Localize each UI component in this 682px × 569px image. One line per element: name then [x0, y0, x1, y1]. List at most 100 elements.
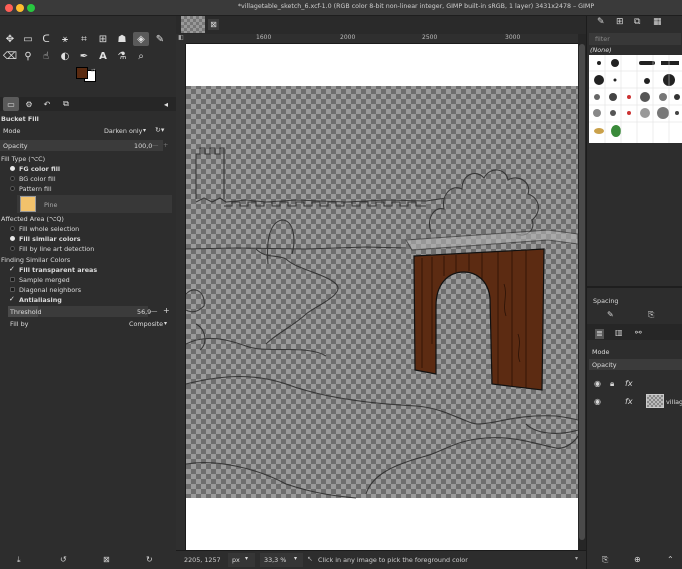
rect-select-tool-icon[interactable]: ▭: [20, 32, 36, 46]
layer-thumbnail[interactable]: [646, 394, 664, 408]
close-window-button[interactable]: [5, 4, 13, 12]
chevron-down-icon[interactable]: ▾: [245, 555, 248, 562]
affected-radio-whole[interactable]: [10, 226, 15, 231]
undo-history-tab-icon[interactable]: ↶: [39, 97, 55, 111]
zoom-tool-icon[interactable]: ⌕: [133, 49, 149, 63]
ruler-tick-label: 2500: [422, 34, 438, 41]
scrollbar-thumb[interactable]: [579, 44, 585, 540]
white-margin-bottom: [186, 498, 578, 550]
option-label-sample-merged: Sample merged: [19, 276, 70, 284]
new-layer-icon[interactable]: ⎘: [602, 556, 608, 564]
device-status-tab-icon[interactable]: ⚙: [21, 97, 37, 111]
minus-icon[interactable]: —: [151, 307, 157, 315]
channels-tab-icon[interactable]: ▥: [615, 329, 623, 337]
quick-mask-icon[interactable]: ◧: [176, 34, 186, 44]
brush-name: (None): [590, 46, 612, 54]
effects-icon[interactable]: fx: [625, 380, 633, 388]
layer-opacity-label: Opacity: [592, 361, 617, 369]
raise-layer-icon[interactable]: ⌃: [667, 556, 674, 564]
images-tab-icon[interactable]: ⧉: [58, 97, 74, 111]
transform-tool-icon[interactable]: ⊞: [95, 32, 111, 46]
ruler-tick-label: 2000: [340, 34, 356, 41]
affected-radio-lineart[interactable]: [10, 246, 15, 251]
fill-type-radio-pattern[interactable]: [10, 186, 15, 191]
clone-tool-icon[interactable]: ⚲: [20, 49, 36, 63]
chevron-down-icon[interactable]: ▾: [164, 320, 167, 327]
checkbox-sample-merged[interactable]: [10, 277, 15, 282]
brushes-tab-icon[interactable]: ✎: [597, 18, 605, 27]
fill-type-radio-fg[interactable]: [10, 166, 15, 171]
lasso-tool-icon[interactable]: ᑕ: [38, 32, 54, 46]
sketch-drawing: [186, 44, 578, 550]
checkbox-antialiasing[interactable]: ✓: [9, 295, 15, 303]
minimize-window-button[interactable]: [16, 4, 24, 12]
chevron-down-icon[interactable]: ▾: [294, 555, 297, 562]
close-tab-icon[interactable]: ⊠: [208, 19, 219, 30]
layers-tab-icon[interactable]: ≣: [595, 329, 604, 339]
text-tool-icon[interactable]: A: [95, 49, 111, 63]
fonts-tab-icon[interactable]: ⧉: [634, 18, 640, 27]
crop-tool-icon[interactable]: ⌗: [76, 32, 92, 46]
swap-colors-icon[interactable]: ⇄: [91, 68, 95, 74]
spacing-label: Spacing: [593, 297, 619, 305]
fill-type-label-fg: FG color fill: [19, 165, 61, 173]
bucket-fill-tool-icon[interactable]: ◈: [133, 32, 149, 46]
reset-options-icon[interactable]: ↻: [146, 556, 153, 564]
new-group-icon[interactable]: ⊕: [634, 556, 641, 564]
patterns-tab-icon[interactable]: ⊞: [616, 18, 624, 27]
finding-similar-heading: Finding Similar Colors: [1, 256, 71, 264]
zoom-value: 33,3 %: [264, 556, 287, 564]
checkbox-diagonal[interactable]: [10, 287, 15, 292]
vertical-scrollbar[interactable]: [578, 34, 586, 550]
pattern-selector[interactable]: [17, 195, 172, 213]
fill-by-dropdown[interactable]: Composite: [129, 320, 163, 328]
plus-icon[interactable]: +: [163, 306, 170, 315]
mode-dropdown[interactable]: Darken only: [104, 127, 142, 135]
dock-separator: [587, 286, 682, 288]
foreground-color-swatch[interactable]: [76, 67, 88, 79]
minus-icon[interactable]: —: [152, 141, 158, 149]
chevron-down-icon[interactable]: ▾: [143, 127, 146, 134]
zoom-window-button[interactable]: [27, 4, 35, 12]
fill-type-label-pattern: Pattern fill: [19, 185, 52, 193]
brush-grid[interactable]: [589, 55, 682, 143]
navigate-icon[interactable]: ▾: [575, 555, 578, 562]
edit-brush-icon[interactable]: ✎: [607, 311, 614, 319]
new-brush-icon[interactable]: ⎘: [648, 311, 654, 319]
eraser-tool-icon[interactable]: ⌫: [2, 49, 18, 63]
fill-type-radio-bg[interactable]: [10, 176, 15, 181]
pattern-name: Pine: [44, 201, 58, 209]
plus-icon[interactable]: +: [163, 141, 168, 149]
eye-icon[interactable]: ◉: [594, 380, 601, 388]
dodge-tool-icon[interactable]: ◐: [57, 49, 73, 63]
threshold-value: 56,9: [137, 308, 152, 316]
fuzzy-select-tool-icon[interactable]: ⚹: [57, 32, 73, 46]
affected-radio-similar[interactable]: [10, 236, 15, 241]
color-picker-tool-icon[interactable]: ⚗: [114, 49, 130, 63]
image-canvas[interactable]: [186, 44, 578, 550]
restore-options-icon[interactable]: ↺: [60, 556, 67, 564]
move-tool-icon[interactable]: ✥: [2, 32, 18, 46]
window-title: *villagetable_sketch_6.xcf-1.0 (RGB colo…: [237, 3, 595, 10]
tool-options-tab-icon[interactable]: ▭: [3, 97, 19, 111]
paintbrush-tool-icon[interactable]: ✎: [152, 32, 168, 46]
delete-options-icon[interactable]: ⊠: [103, 556, 110, 564]
configure-tab-icon[interactable]: ◂: [158, 97, 174, 111]
paths-tab-icon[interactable]: ⚯: [635, 329, 642, 337]
ruler-left: [176, 44, 186, 550]
image-thumbnail[interactable]: [181, 16, 205, 33]
pattern-swatch[interactable]: [20, 196, 36, 212]
effects-icon[interactable]: fx: [625, 398, 633, 406]
white-margin-top: [186, 44, 578, 86]
swap-mode-icon[interactable]: ↻▾: [155, 126, 164, 134]
affected-label-similar: Fill similar colors: [19, 235, 81, 243]
save-options-icon[interactable]: ⤓: [17, 556, 21, 564]
warp-tool-icon[interactable]: ☗: [114, 32, 130, 46]
image-tab-strip: ⊠: [176, 16, 586, 34]
gradients-tab-icon[interactable]: ▦: [653, 18, 662, 27]
lock-icon[interactable]: 🔒︎: [610, 380, 614, 388]
checkbox-transparent[interactable]: ✓: [9, 265, 15, 273]
eye-icon[interactable]: ◉: [594, 398, 601, 406]
paths-tool-icon[interactable]: ✒: [76, 49, 92, 63]
smudge-tool-icon[interactable]: ☝: [38, 49, 54, 63]
